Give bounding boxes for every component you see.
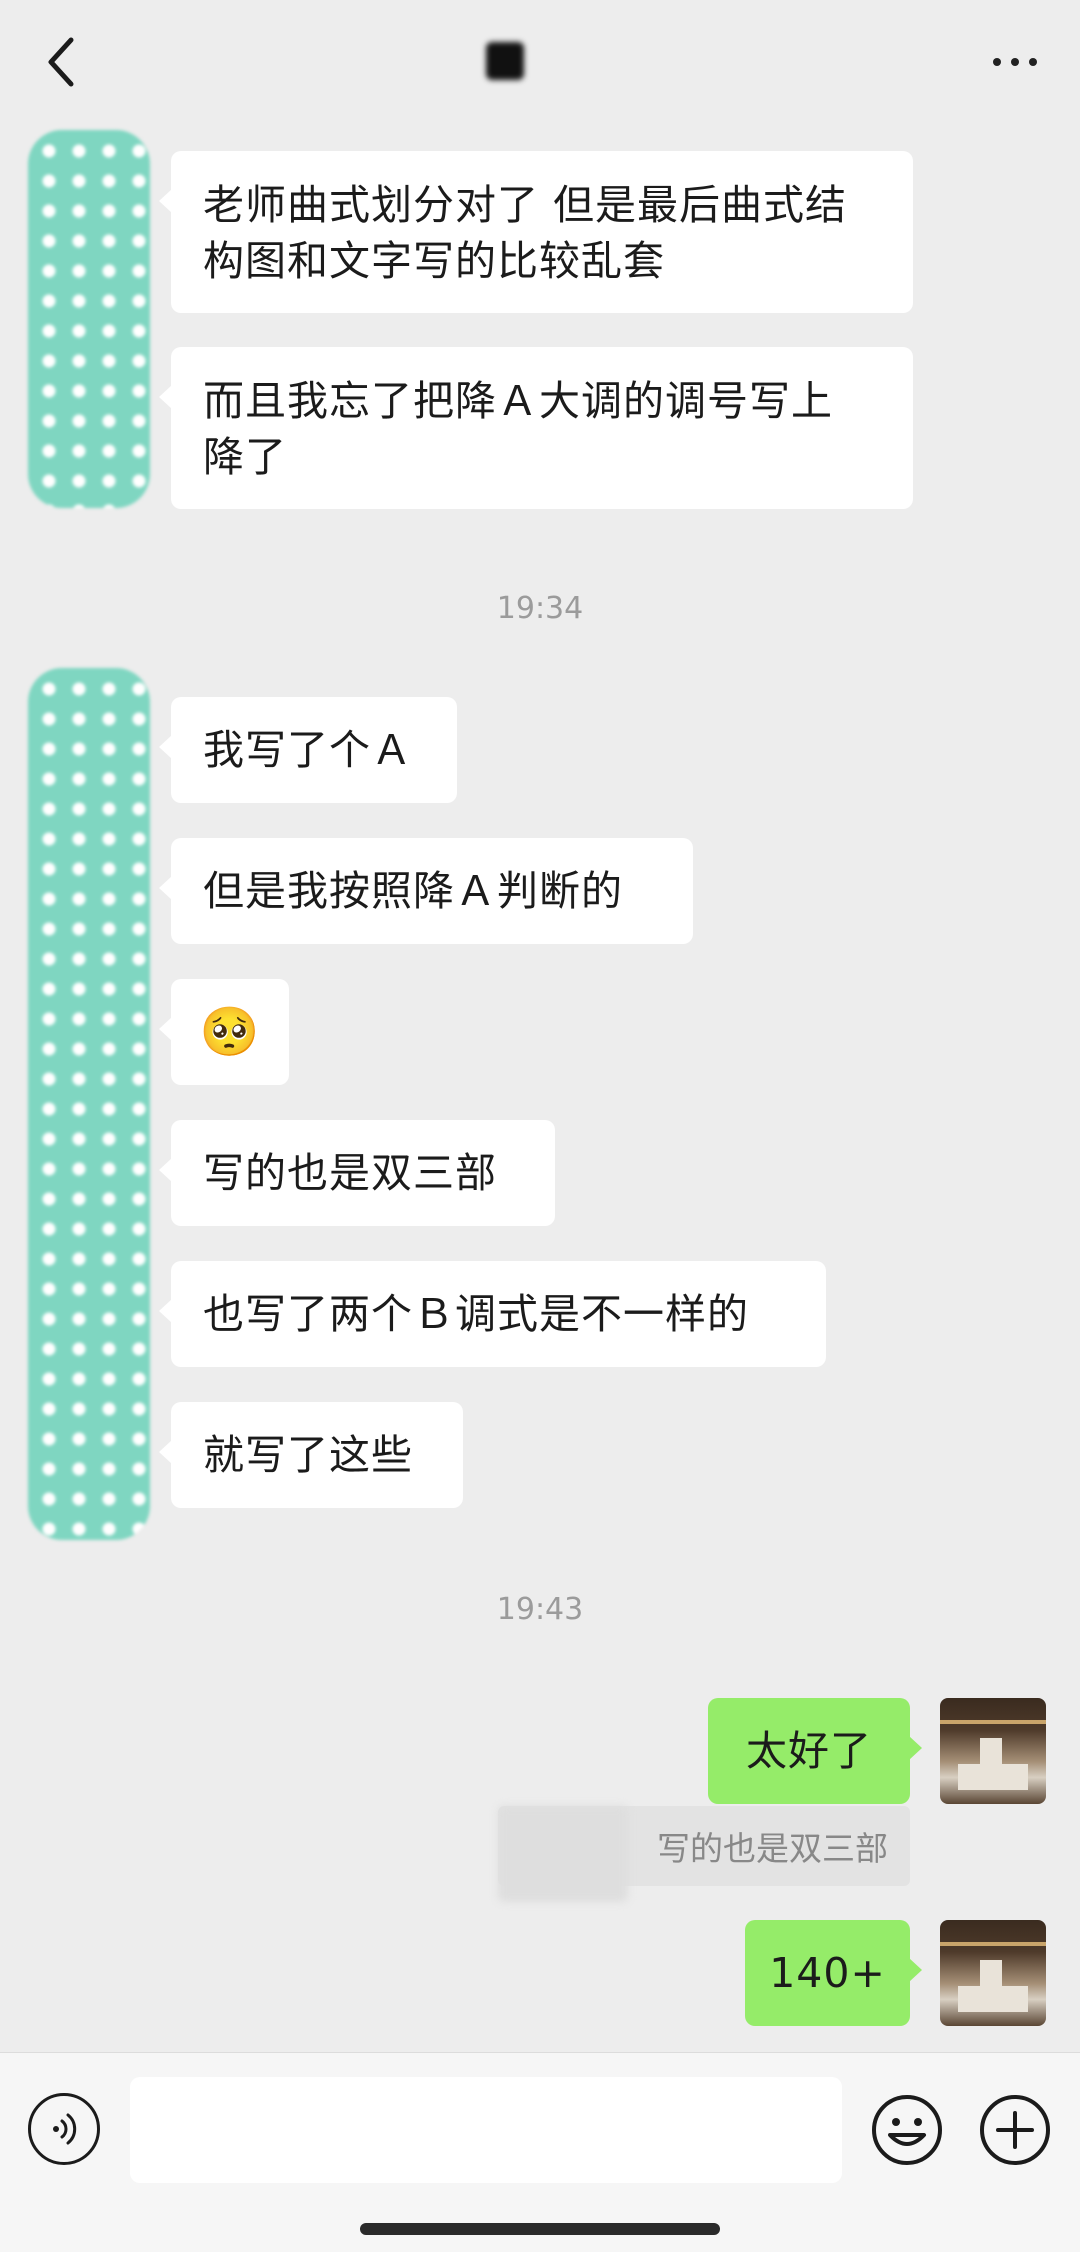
message-text: 写的也是双三部 xyxy=(203,1149,497,1197)
incoming-message[interactable]: 我写了个Ａ xyxy=(159,697,457,803)
more-dots-icon xyxy=(993,58,1001,66)
outgoing-message[interactable]: 太好了 xyxy=(708,1698,922,1804)
incoming-message[interactable]: 就写了这些 xyxy=(159,1402,463,1508)
timestamp: 19:43 xyxy=(496,1592,584,1627)
my-avatar[interactable] xyxy=(940,1920,1046,2026)
incoming-message[interactable]: 写的也是双三部 xyxy=(159,1120,555,1226)
back-button[interactable] xyxy=(30,28,90,96)
message-text: 140+ xyxy=(769,1949,886,1997)
plus-circle-icon xyxy=(980,2095,1050,2165)
message-text: 但是我按照降Ａ判断的 xyxy=(203,867,623,915)
contact-avatar[interactable] xyxy=(28,130,150,508)
incoming-message[interactable]: 老师曲式划分对了 但是最后曲式结 构图和文字写的比较乱套 xyxy=(159,151,913,313)
pleading-face-icon: 🥺 xyxy=(199,1004,261,1060)
home-indicator[interactable] xyxy=(360,2223,720,2235)
message-text: 老师曲式划分对了 但是最后曲式结 构图和文字写的比较乱套 xyxy=(203,181,848,285)
chat-title xyxy=(486,42,524,80)
quoted-text: 写的也是双三部 xyxy=(657,1829,888,1868)
plus-button[interactable] xyxy=(978,2093,1052,2167)
input-bar xyxy=(0,2052,1080,2252)
outgoing-message[interactable]: 140+ xyxy=(745,1920,922,2026)
message-text: 我写了个Ａ xyxy=(203,726,413,774)
message-text: 太好了 xyxy=(746,1727,872,1775)
message-text: 而且我忘了把降Ａ大调的调号写上 降了 xyxy=(203,377,833,481)
message-input[interactable] xyxy=(130,2077,842,2183)
timestamp: 19:34 xyxy=(496,591,584,626)
contact-avatar[interactable] xyxy=(28,668,150,1540)
voice-button[interactable] xyxy=(28,2093,100,2165)
smile-icon xyxy=(872,2095,942,2165)
chat-header xyxy=(0,0,1080,124)
incoming-message[interactable]: 但是我按照降Ａ判断的 xyxy=(159,838,693,944)
quoted-message[interactable]: 写的也是双三部 xyxy=(498,1806,910,1902)
emoji-button[interactable] xyxy=(870,2093,944,2167)
incoming-message[interactable]: 也写了两个Ｂ调式是不一样的 xyxy=(159,1261,826,1367)
message-text: 就写了这些 xyxy=(203,1431,413,1479)
incoming-emoji-message[interactable]: 🥺 xyxy=(159,979,289,1085)
my-avatar[interactable] xyxy=(940,1698,1046,1804)
voice-icon xyxy=(53,2113,77,2145)
incoming-message[interactable]: 而且我忘了把降Ａ大调的调号写上 降了 xyxy=(159,347,913,509)
message-text: 也写了两个Ｂ调式是不一样的 xyxy=(203,1290,749,1338)
chevron-left-icon xyxy=(48,37,74,87)
more-button[interactable] xyxy=(980,36,1050,88)
